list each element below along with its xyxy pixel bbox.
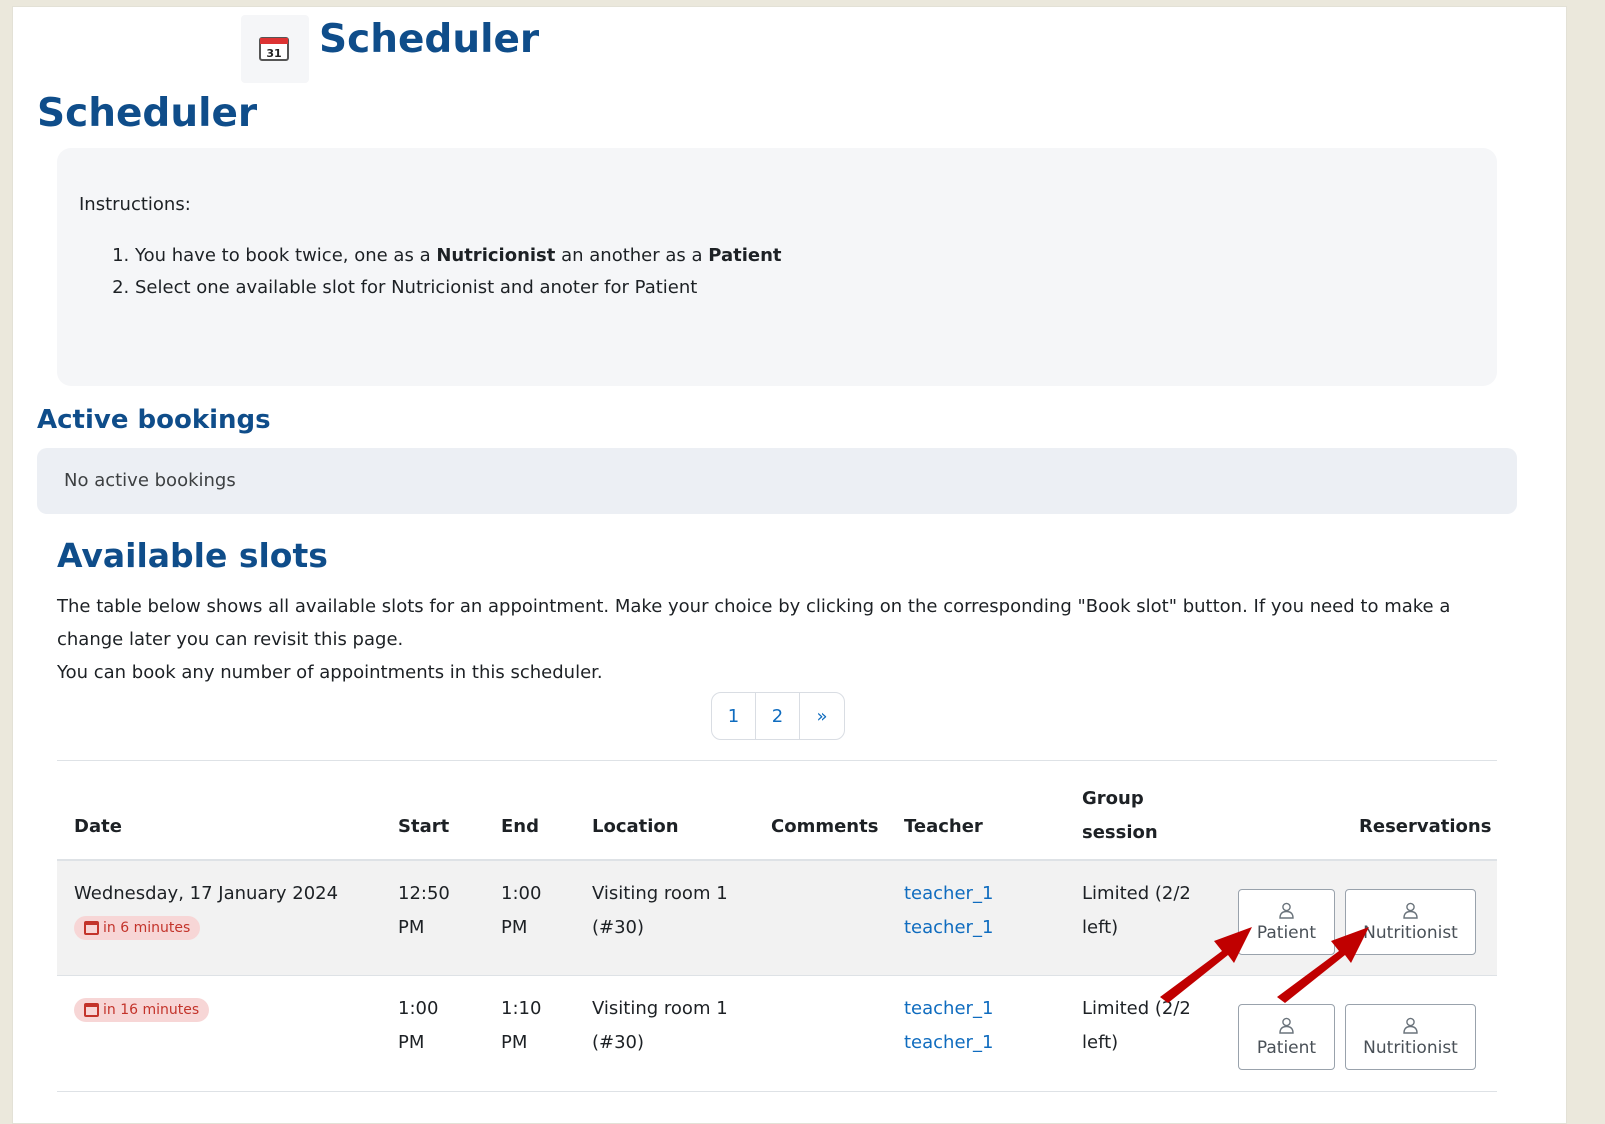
annotation-arrow-icon [1160, 927, 1252, 1003]
th-group-session: Group session [1082, 788, 1158, 843]
row1-end: 1:00 PM [501, 883, 542, 938]
header-title: Scheduler [319, 17, 540, 62]
available-slots-title: Available slots [57, 536, 328, 575]
row2-time-badge: in 16 minutes [74, 998, 210, 1022]
book-patient-button[interactable]: Patient [1238, 1004, 1335, 1070]
teacher-link[interactable]: teacher_1 [904, 992, 993, 1026]
user-icon [1403, 902, 1418, 919]
page-link-next[interactable]: » [800, 693, 844, 739]
no-bookings-alert: No active bookings [37, 448, 1517, 514]
row1-location: Visiting room 1 (#30) [592, 883, 728, 938]
th-location: Location [592, 816, 679, 837]
th-comments: Comments [771, 816, 879, 837]
row2-location: Visiting room 1 (#30) [592, 998, 728, 1053]
teacher-link[interactable]: teacher_1 [904, 911, 993, 945]
calendar-icon-graphic: 31 [259, 37, 289, 61]
book-nutritionist-button[interactable]: Nutritionist [1345, 1004, 1476, 1070]
instructions-box: Instructions: You have to book twice, on… [57, 148, 1497, 386]
calendar-mini-icon [84, 921, 99, 935]
teacher-link[interactable]: teacher_1 [904, 1026, 993, 1060]
row-divider [57, 1091, 1497, 1092]
user-icon [1279, 1017, 1294, 1034]
nutricionist-bold: Nutricionist [436, 245, 556, 266]
user-icon [1403, 1017, 1418, 1034]
page-link-2[interactable]: 2 [756, 693, 800, 739]
instructions-item-2: Select one available slot for Nutricioni… [135, 277, 1475, 298]
th-end: End [501, 816, 539, 837]
page-link-1[interactable]: 1 [712, 693, 756, 739]
pagination: 1 2 » [711, 692, 845, 740]
th-teacher: Teacher [904, 816, 983, 837]
svg-text:31: 31 [266, 47, 281, 60]
instructions-item-1: You have to book twice, one as a Nutrici… [135, 245, 1475, 266]
row1-time-badge: in 6 minutes [74, 916, 201, 940]
available-slots-description: The table below shows all available slot… [57, 596, 1451, 683]
row1-date: Wednesday, 17 January 2024 [74, 883, 339, 904]
annotation-arrow-icon [1277, 927, 1369, 1003]
teacher-link[interactable]: teacher_1 [904, 877, 993, 911]
row2-start: 1:00 PM [398, 998, 439, 1053]
page-title: Scheduler [37, 91, 258, 136]
th-start: Start [398, 816, 450, 837]
page-frame: 31 Scheduler Scheduler Instructions: You… [12, 6, 1567, 1124]
row1-start: 12:50 PM [398, 883, 450, 938]
calendar-icon: 31 [241, 15, 309, 83]
th-date: Date [74, 816, 122, 837]
row2-teachers: teacher_1 teacher_1 [904, 992, 993, 1060]
calendar-mini-icon [84, 1003, 99, 1017]
instructions-list: You have to book twice, one as a Nutrici… [135, 245, 1475, 298]
row2-end: 1:10 PM [501, 998, 542, 1053]
patient-bold: Patient [708, 245, 782, 266]
active-bookings-title: Active bookings [37, 405, 271, 435]
instructions-label: Instructions: [79, 194, 191, 215]
table-top-border [57, 760, 1497, 761]
th-reservations: Reservations [1359, 816, 1492, 837]
row1-teachers: teacher_1 teacher_1 [904, 877, 993, 945]
